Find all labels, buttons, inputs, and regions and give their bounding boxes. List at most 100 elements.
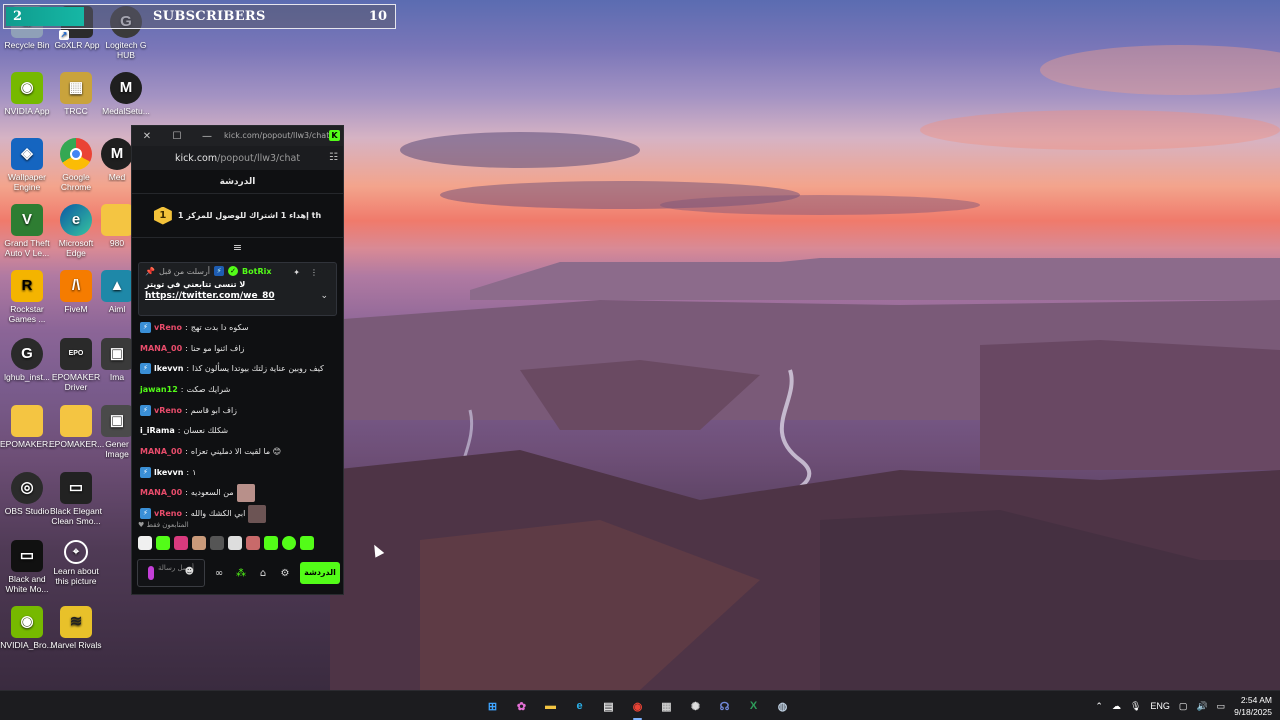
pinned-message[interactable]: 📌 أرسلت من قبل ⚡ ✓ BotRix ✦⋮ لا تنسى تتا… [138, 262, 337, 316]
desktop-icon-medal-setup[interactable]: M MedalSetu... [99, 72, 153, 116]
network-icon[interactable]: ▢ [1179, 701, 1188, 712]
chat-message[interactable]: ⚡ vReno: سكوه دا بدت تهج [140, 317, 335, 338]
chrome-taskbar-icon[interactable]: ◉ [627, 696, 648, 720]
desktop-icon-nvidia-app[interactable]: ◉ NVIDIA App [0, 72, 54, 116]
chat-username[interactable]: vReno [154, 323, 182, 332]
url-path: /popout/llw3/chat [217, 152, 301, 164]
minimize-button[interactable]: — [192, 131, 222, 142]
copilot-icon[interactable]: ✿ [511, 696, 532, 716]
desktop-icon-gta-v[interactable]: V Grand Theft Auto V Le... [0, 204, 54, 258]
chat-username[interactable]: MANA_00 [140, 488, 182, 497]
desktop-icon-rockstar-games[interactable]: R Rockstar Games ... [0, 270, 54, 324]
emote-kick-box[interactable] [300, 536, 314, 550]
chat-username[interactable]: jawan12 [140, 385, 178, 394]
desktop-icon-nvidia-broadcast[interactable]: ◉ NVIDIA_Bro... [0, 606, 54, 650]
chat-username[interactable]: i_iRama [140, 426, 175, 435]
edge-taskbar-icon[interactable]: e [569, 696, 590, 716]
desktop-icon-aimlabs[interactable]: ▲ Aiml [99, 270, 135, 314]
site-settings-icon[interactable]: ☷ [329, 152, 338, 163]
steam-icon[interactable]: ◍ [772, 696, 793, 716]
calculator-icon[interactable]: ▦ [656, 696, 677, 716]
kick-points-icon[interactable]: ⁂ [233, 568, 249, 579]
desktop-icon-medal[interactable]: M Med [99, 138, 135, 182]
emote-kick-round[interactable] [282, 536, 296, 550]
chat-message[interactable]: jawan12: شرايك صكت [140, 379, 335, 400]
chat-message[interactable]: MANA_00: ما لقيت الا دمليني تعزاه 😊 [140, 441, 335, 462]
gift-icon[interactable]: ⌂ [255, 568, 271, 579]
cloud-icon[interactable]: ☁ [1112, 701, 1121, 712]
username-separator: : [177, 426, 181, 436]
desktop-icon-marvel-rivals[interactable]: ≋ Marvel Rivals [49, 606, 103, 650]
desktop-icon-black-and-white[interactable]: ▭ Black and White Mo... [0, 540, 54, 594]
emote-dark[interactable] [210, 536, 224, 550]
link-icon[interactable]: ∞ [211, 568, 227, 579]
desktop-icon-epomaker-folder-1[interactable]: EPOMAKER... [0, 405, 55, 449]
clock[interactable]: 2:54 AM 9/18/2025 [1234, 694, 1272, 718]
desktop-icon-obs-studio[interactable]: ◎ OBS Studio [0, 472, 54, 516]
window-titlebar: ✕ ☐ — kick.com/popout/llw3/chat... K [132, 126, 343, 146]
desktop-icon-lghub-installer[interactable]: G lghub_inst... [0, 338, 54, 382]
pinned-bot-name[interactable]: BotRix [242, 267, 271, 276]
chat-message-input[interactable]: أرسل رسالة ☻ [137, 559, 205, 587]
chat-message-text: زاف اثنوا مو حنا [190, 343, 245, 353]
chat-message[interactable]: ⚡ vReno: زاف ابو قاسم [140, 400, 335, 421]
input-language[interactable]: ENG [1150, 701, 1170, 711]
folder-icon [101, 204, 133, 236]
chat-message-text: كيف روبين عناية زلتك بيوتدا يسألون كذا [192, 364, 324, 374]
desktop-icon-epomaker-folder-2[interactable]: EPOMAKER... [49, 405, 104, 449]
desktop-icon-google-chrome[interactable]: Google Chrome [49, 138, 103, 192]
desktop-icon-general-image[interactable]: ▣ Gener Image [99, 405, 135, 459]
excel-icon[interactable]: X [743, 696, 764, 716]
chat-message[interactable]: MANA_00: زاف اثنوا مو حنا [140, 338, 335, 359]
chat-username[interactable]: vReno [154, 406, 182, 415]
desktop-icon-image[interactable]: ▣ Ima [99, 338, 135, 382]
emote-kick-chat[interactable] [264, 536, 278, 550]
openai-icon[interactable]: ✺ [685, 696, 706, 716]
desktop-icon-fivem[interactable]: /\ FiveM [49, 270, 103, 314]
chat-message[interactable]: MANA_00: من السعوديه [140, 483, 335, 504]
settings-gear-icon[interactable]: ⚙ [277, 568, 293, 579]
show-hidden-icons-chevron-icon[interactable]: ⌃ [1095, 701, 1103, 712]
maximize-button[interactable]: ☐ [162, 131, 192, 142]
chevron-down-icon[interactable]: ⌄ [320, 291, 328, 301]
emoji-picker-icon[interactable]: ☻ [185, 568, 194, 577]
chat-filter-toggle[interactable]: ≡ [132, 238, 343, 258]
unpin-icon[interactable]: ✦ [293, 268, 310, 277]
pin-icon: 📌 [145, 266, 155, 276]
chat-username[interactable]: vReno [154, 509, 182, 518]
emote-feather[interactable] [228, 536, 242, 550]
pinned-link[interactable]: https://twitter.com/we_80 [145, 291, 330, 301]
chat-message[interactable]: i_iRama: شكلك نعسان [140, 420, 335, 441]
discord-icon[interactable]: ☊ [714, 696, 735, 716]
gift-goal-banner[interactable]: 1 إهداء 1 اشتراك للوصول للمركز 1 th [132, 194, 343, 238]
chat-message[interactable]: ⚡ lkevvn:١ [140, 462, 335, 483]
emote-face[interactable] [192, 536, 206, 550]
store-icon[interactable]: ▤ [598, 696, 619, 716]
desktop-icon-black-elegant[interactable]: ▭ Black Elegant Clean Smo... [49, 472, 103, 526]
chat-username[interactable]: MANA_00 [140, 344, 182, 353]
more-options-icon[interactable]: ⋮ [310, 268, 328, 277]
emote-kick-green[interactable] [156, 536, 170, 550]
battery-icon[interactable]: ▭ [1217, 701, 1226, 712]
chat-username[interactable]: MANA_00 [140, 447, 182, 456]
desktop-icon-folder-980[interactable]: 980 [99, 204, 135, 248]
chat-username[interactable]: lkevvn [154, 364, 183, 373]
file-explorer-icon[interactable]: ▬ [540, 696, 561, 716]
emote-ghost[interactable] [138, 536, 152, 550]
microphone-icon[interactable]: 🎙 [1130, 701, 1141, 712]
pinned-actions[interactable]: ✦⋮ [293, 268, 328, 277]
desktop-icon-trcc[interactable]: ▦ TRCC [49, 72, 103, 116]
close-window-button[interactable]: ✕ [132, 131, 162, 142]
send-chat-button[interactable]: الدردشة [300, 562, 340, 584]
start-button[interactable]: ⊞ [482, 696, 503, 716]
volume-icon[interactable]: 🔊 [1196, 701, 1207, 712]
chat-message[interactable]: ⚡ lkevvn: كيف روبين عناية زلتك بيوتدا يسأل… [140, 358, 335, 379]
emote-pink[interactable] [174, 536, 188, 550]
emote-photo[interactable] [246, 536, 260, 550]
chat-username[interactable]: lkevvn [154, 468, 183, 477]
desktop-icon-microsoft-edge[interactable]: e Microsoft Edge [49, 204, 103, 258]
desktop-icon-wallpaper-engine[interactable]: ◈ Wallpaper Engine [0, 138, 54, 192]
desktop-icon-learn-about-picture[interactable]: ⌖ Learn about this picture [49, 540, 103, 586]
address-bar[interactable]: kick.com/popout/llw3/chat ☷ [132, 146, 343, 170]
desktop-icon-epomaker-driver[interactable]: EPO EPOMAKER Driver [49, 338, 103, 392]
